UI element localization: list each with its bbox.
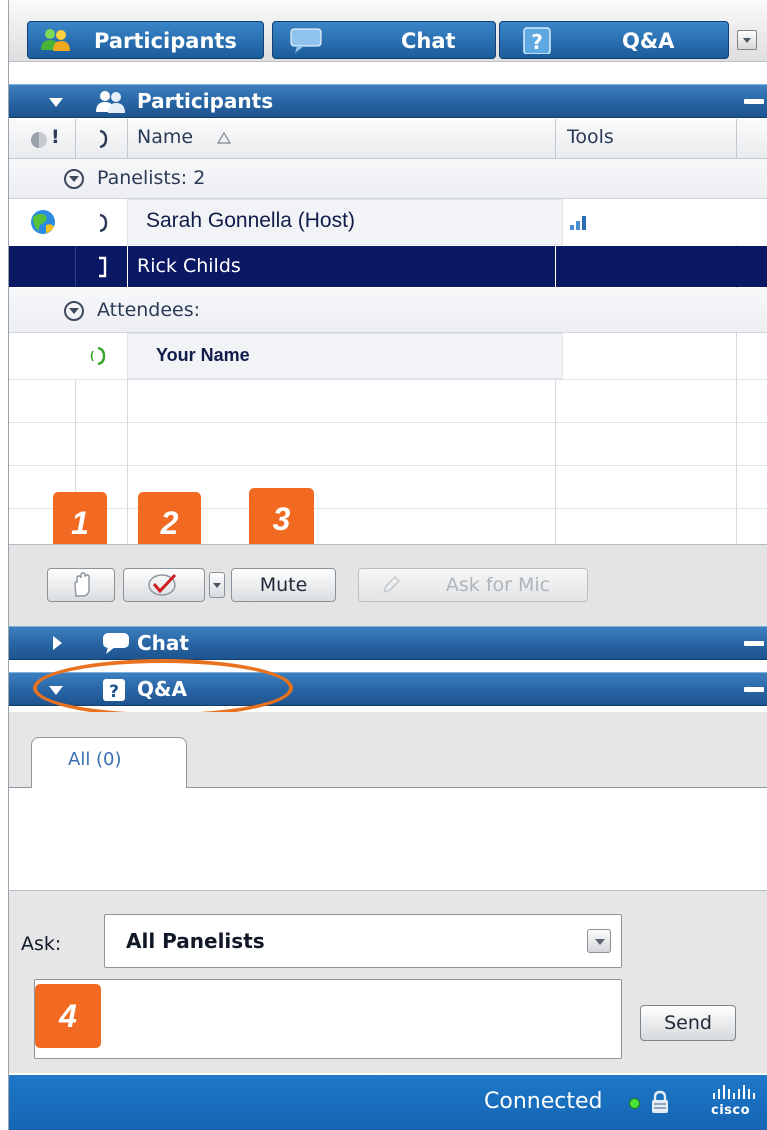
participant-row-host[interactable]: Sarah Gonnella (Host) [9,199,767,245]
mute-button[interactable]: Mute [231,568,336,602]
tab-qa[interactable]: ? Q&A [499,21,729,59]
feedback-checkmark-icon [148,573,177,596]
ask-target-select[interactable]: All Panelists [104,914,622,968]
qa-tab-all[interactable]: All (0) [31,737,187,789]
qa-highlight-oval [33,659,293,717]
minimize-icon[interactable] [744,641,764,646]
pencil-icon [382,576,400,594]
question-input[interactable] [34,979,622,1059]
participants-panel-title: Participants [137,89,274,113]
attendees-group-row[interactable]: Attendees: [9,288,767,333]
collapse-arrow-icon[interactable] [49,98,63,107]
tools-column-header: Tools [567,126,614,148]
cisco-logo: cisco [706,1083,762,1123]
feedback-button[interactable] [123,568,205,602]
table-header: ! Name Tools [9,119,767,159]
phone-column-icon [99,129,108,149]
qa-question-list [9,788,767,891]
qa-panel-body: All (0) Ask: All Panelists Send [9,712,767,1073]
participants-toolbar: Mute Ask for Mic [9,544,767,626]
connected-indicator-icon [629,1098,640,1109]
participants-icon [96,91,125,113]
collapse-group-icon[interactable] [64,169,84,189]
status-column-icon [31,132,47,148]
participant-name: Your Name [156,345,250,365]
chat-panel-header[interactable]: Chat [9,626,767,660]
panelists-group-label: Panelists: 2 [97,167,206,189]
name-column-header[interactable]: Name [137,126,193,148]
tab-participants[interactable]: Participants [27,21,264,59]
participants-panel-header[interactable]: Participants [9,84,767,118]
lock-icon [652,1090,668,1113]
svg-text:?: ? [531,30,543,54]
signal-strength-icon [570,216,586,230]
status-bar: Connected cisco [9,1075,767,1130]
chevron-down-icon[interactable] [587,929,611,953]
panel-tab-bar: Participants Chat ? Q&A [9,0,767,62]
qa-tab-strip: All (0) [9,712,767,789]
chat-bubble-icon [290,28,322,53]
participant-name: Rick Childs [137,255,241,277]
ask-label: Ask: [21,933,62,955]
participants-icon [41,29,70,51]
panelists-group-row[interactable]: Panelists: 2 [9,159,767,199]
sort-ascending-icon[interactable] [217,132,231,144]
tab-chat[interactable]: Chat [272,21,496,59]
globe-host-icon [31,210,55,234]
ask-for-mic-label: Ask for Mic [445,574,551,596]
tab-qa-label: Q&A [622,29,675,53]
callout-4: 4 [35,984,101,1048]
send-button[interactable]: Send [640,1005,736,1041]
chat-bubble-icon [103,633,129,654]
feedback-dropdown[interactable] [209,572,225,598]
participant-row-selected[interactable]: Rick Childs [9,246,767,287]
phone-icon [99,213,108,233]
ask-target-value: All Panelists [126,929,265,953]
raise-hand-button[interactable] [47,568,115,602]
connection-status: Connected [484,1089,603,1114]
collapse-group-icon[interactable] [64,301,84,321]
tab-menu-dropdown[interactable] [737,30,757,50]
participant-row-you[interactable]: Your Name [9,333,767,379]
raise-hand-icon [74,572,90,597]
speaking-phone-icon [90,346,106,366]
minimize-icon[interactable] [744,687,764,692]
chat-panel-title: Chat [137,631,189,655]
participants-table: ! Name Tools Panelists: 2 Sarah Gonnella… [9,119,767,544]
participant-name: Sarah Gonnella (Host) [146,209,355,232]
callout-3: 3 [249,488,314,550]
tab-chat-label: Chat [401,29,456,53]
minimize-icon[interactable] [744,99,764,104]
webex-panel-window: Participants Chat ? Q&A Participants ! N… [8,0,767,1130]
qa-tab-all-label: All (0) [68,749,122,770]
ask-for-mic-button: Ask for Mic [358,568,588,602]
alert-column-label: ! [51,126,60,148]
attendees-group-label: Attendees: [97,299,201,321]
question-icon: ? [523,27,551,54]
phone-icon [99,256,107,278]
expand-arrow-icon[interactable] [53,636,62,650]
cisco-wordmark: cisco [711,1103,751,1118]
cisco-bars-icon [713,1085,755,1099]
tab-participants-label: Participants [94,29,237,53]
